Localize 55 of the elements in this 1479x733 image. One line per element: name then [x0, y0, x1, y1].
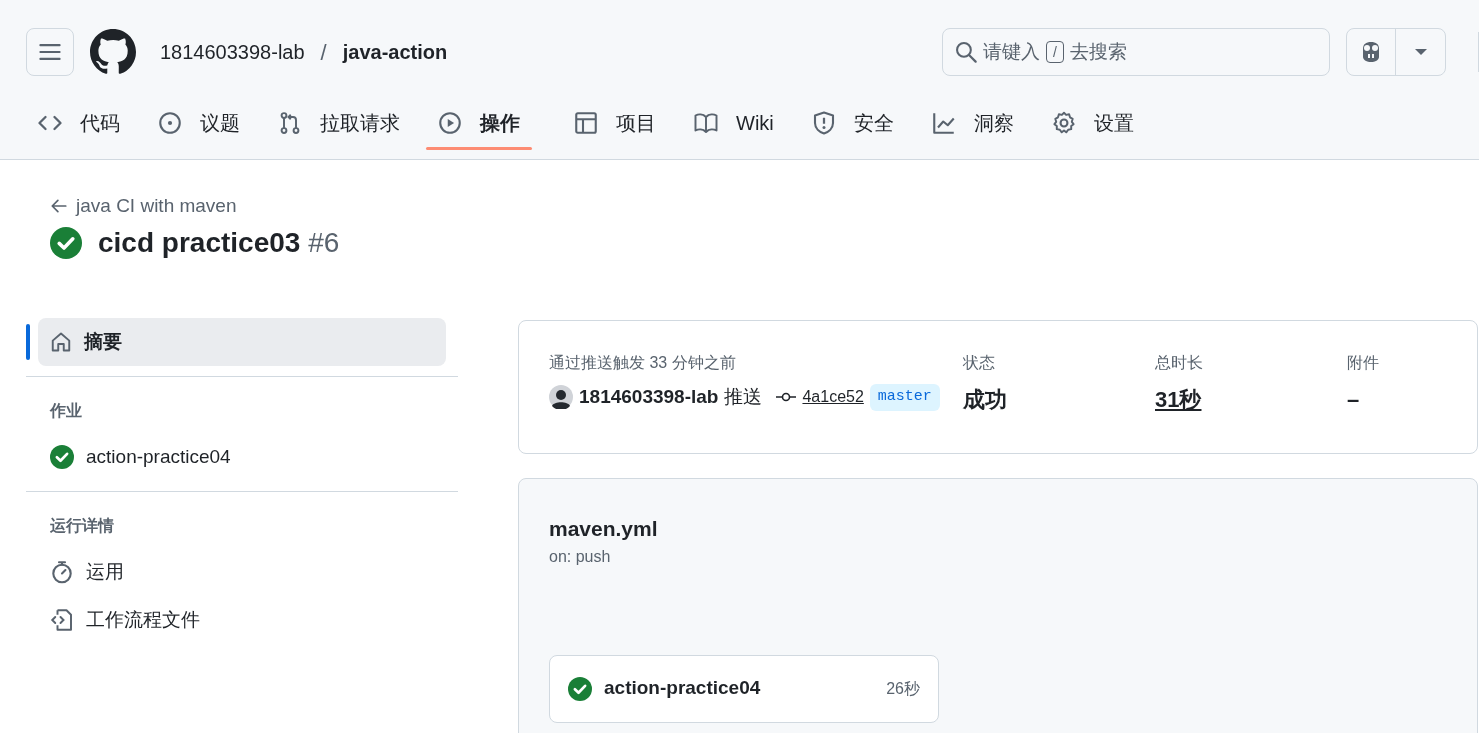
field-value: –	[1347, 386, 1360, 414]
shield-icon	[811, 111, 836, 135]
field-value: 成功	[963, 386, 1007, 414]
nav-tab[interactable]: 拉取请求	[266, 98, 412, 148]
menu-icon	[39, 41, 61, 63]
nav-tab[interactable]: 议题	[146, 98, 252, 148]
graph-icon	[931, 111, 956, 135]
run-title: cicd practice03 #6	[98, 226, 340, 260]
action-text: 推送	[724, 385, 763, 409]
nav-tab[interactable]: 设置	[1039, 98, 1146, 148]
sidebar-item[interactable]: 工作流程文件	[26, 595, 458, 644]
search-placeholder: 请键入	[983, 39, 1040, 64]
section-heading: 作业	[48, 400, 83, 421]
workflow-trigger: on: push	[549, 546, 612, 567]
menu-button[interactable]	[26, 28, 74, 76]
workflow-file-name: maven.yml	[549, 516, 659, 542]
nav-tab[interactable]: 洞察	[919, 98, 1026, 148]
logo-icon[interactable]	[90, 29, 136, 75]
section-heading: 运行详情	[49, 515, 115, 536]
commit-link[interactable]: 4a1ce52	[802, 385, 864, 410]
avatar	[549, 385, 573, 410]
commit-icon	[776, 391, 797, 404]
field-label: 总时长	[1155, 353, 1204, 373]
issue-icon	[158, 111, 182, 135]
caret-icon	[1414, 48, 1427, 56]
table-icon	[574, 111, 598, 135]
repo-link[interactable]: java-action	[342, 37, 448, 67]
field-label: 附件	[1347, 353, 1380, 373]
sidebar-item[interactable]: 摘要	[38, 317, 446, 366]
settings-icon	[1051, 111, 1076, 135]
search-placeholder: 去搜索	[1069, 39, 1127, 64]
nav-tab[interactable]: Wiki	[682, 98, 786, 148]
branch-link[interactable]: master	[869, 384, 940, 411]
actor-name: 1814603398-lab	[579, 385, 719, 409]
job-card[interactable]: action-practice04 26秒	[549, 654, 939, 723]
search-icon	[955, 41, 977, 63]
nav-tab[interactable]: 项目	[562, 98, 668, 148]
nav-tab[interactable]: 代码	[26, 98, 132, 148]
sidebar-item[interactable]: action-practice04	[26, 432, 458, 481]
search-field[interactable]: 请键入 / 去搜索	[942, 28, 1330, 76]
pull-request-icon	[278, 111, 302, 135]
nav-tab[interactable]: 操作	[426, 98, 532, 148]
field-label: 状态	[963, 353, 996, 373]
trigger-text: 通过推送触发 33 分钟之前	[549, 353, 737, 373]
play-icon	[438, 111, 462, 135]
back-link[interactable]: java CI with maven	[50, 192, 237, 221]
nav-tab[interactable]: 安全	[799, 98, 906, 148]
duration-link[interactable]: 31秒	[1155, 383, 1202, 416]
shortcut-key: /	[1046, 41, 1064, 63]
sidebar-item[interactable]: 运用	[26, 547, 458, 596]
path-separator: /	[320, 38, 327, 67]
owner-link[interactable]: 1814603398-lab	[160, 37, 305, 67]
book-icon	[694, 111, 718, 135]
selection-indicator	[26, 323, 30, 360]
home-icon	[50, 330, 72, 353]
